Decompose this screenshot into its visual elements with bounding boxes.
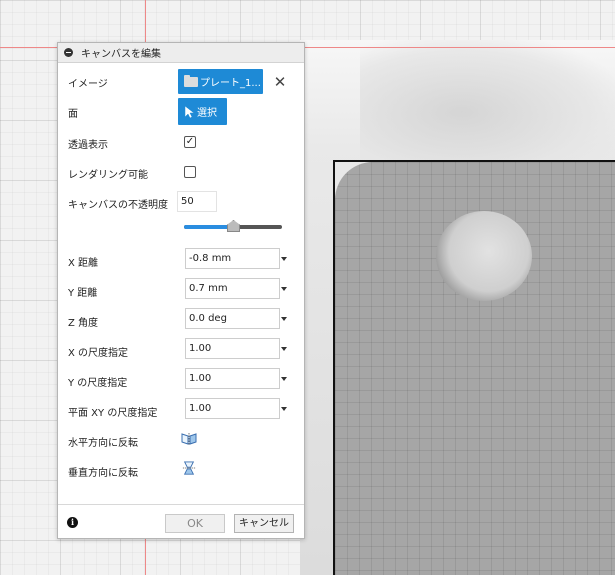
render-checkbox[interactable]: [184, 166, 196, 178]
select-face-button[interactable]: 選択: [178, 98, 227, 125]
x-scale-dropdown-icon[interactable]: [281, 347, 287, 351]
dialog-footer: i OK キャンセル: [58, 504, 304, 538]
collapse-icon[interactable]: [64, 48, 73, 57]
y-scale-dropdown-icon[interactable]: [281, 377, 287, 381]
z-angle-label: Z 角度: [68, 318, 99, 329]
y-distance-field[interactable]: 0.7 mm: [185, 278, 280, 299]
x-distance-field[interactable]: -0.8 mm: [185, 248, 280, 269]
z-angle-field[interactable]: 0.0 deg: [185, 308, 280, 329]
y-distance-dropdown-icon[interactable]: [281, 287, 287, 291]
image-label: イメージ: [68, 79, 108, 90]
clear-image-icon[interactable]: ✕: [273, 75, 287, 90]
y-distance-label: Y 距離: [68, 288, 98, 299]
xy-scale-field[interactable]: 1.00: [185, 398, 280, 419]
opacity-slider[interactable]: [184, 220, 282, 232]
edit-canvas-dialog: キャンバスを編集 イメージ プレート_1... ✕ 面 選択 透過表示 ✓ レン…: [57, 42, 305, 539]
x-scale-field[interactable]: 1.00: [185, 338, 280, 359]
x-scale-label: X の尺度指定: [68, 348, 129, 359]
cancel-button[interactable]: キャンセル: [234, 514, 294, 533]
opacity-input[interactable]: 50: [177, 191, 217, 212]
opacity-slider-thumb[interactable]: [227, 220, 240, 232]
x-distance-dropdown-icon[interactable]: [281, 257, 287, 261]
dialog-header: キャンバスを編集: [58, 43, 304, 63]
ok-button[interactable]: OK: [165, 514, 225, 533]
y-scale-label: Y の尺度指定: [68, 378, 128, 389]
canvas-image-shading: [360, 40, 615, 160]
image-file-name: プレート_1...: [200, 78, 261, 89]
opacity-label: キャンバスの不透明度: [68, 200, 168, 211]
y-scale-field[interactable]: 1.00: [185, 368, 280, 389]
flip-horizontal-label: 水平方向に反転: [68, 438, 138, 449]
dialog-title: キャンバスを編集: [81, 49, 161, 60]
image-file-button[interactable]: プレート_1...: [178, 69, 263, 94]
transparent-checkbox[interactable]: ✓: [184, 136, 196, 148]
opacity-slider-fill: [184, 225, 233, 229]
sketch-outline: [333, 160, 615, 575]
transparent-label: 透過表示: [68, 140, 108, 151]
folder-icon: [184, 74, 198, 87]
xy-scale-dropdown-icon[interactable]: [281, 407, 287, 411]
x-distance-label: X 距離: [68, 258, 99, 269]
info-icon[interactable]: i: [67, 517, 78, 528]
render-label: レンダリング可能: [68, 170, 148, 181]
flip-vertical-label: 垂直方向に反転: [68, 468, 138, 479]
flip-vertical-icon[interactable]: [181, 461, 197, 475]
xy-scale-label: 平面 XY の尺度指定: [68, 408, 158, 419]
select-label: 選択: [197, 108, 217, 119]
z-angle-dropdown-icon[interactable]: [281, 317, 287, 321]
face-label: 面: [68, 109, 78, 120]
cursor-icon: [184, 104, 194, 118]
flip-horizontal-icon[interactable]: [181, 432, 197, 446]
